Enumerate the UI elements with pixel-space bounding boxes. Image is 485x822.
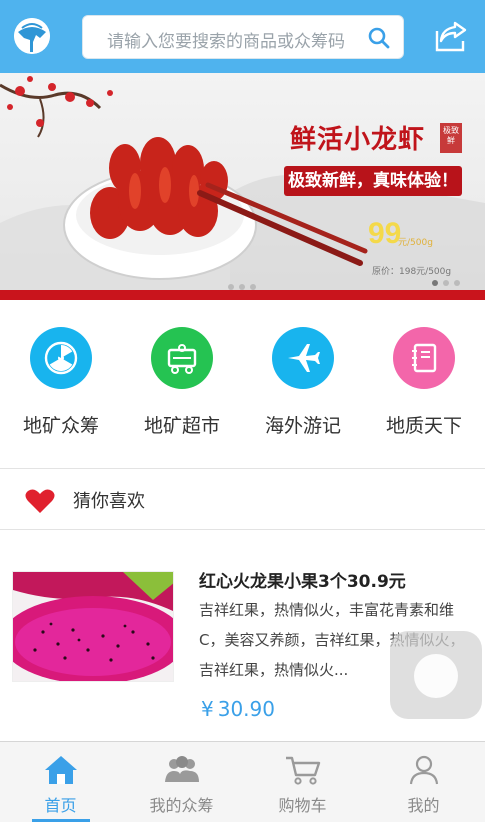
banner-title: 鲜活小龙虾 [290, 125, 426, 155]
banner-subtitle: 极致新鲜，真味体验！ [284, 166, 462, 196]
divider [0, 529, 485, 530]
promo-banner[interactable]: 鲜活小龙虾 极致鲜 极致新鲜，真味体验！ 99 元/500g 原价：198元/5… [0, 73, 485, 300]
heart-icon [25, 489, 55, 513]
nav-label: 我的众筹 [149, 796, 214, 815]
category-travel[interactable]: 海外游记 [253, 327, 353, 438]
nav-item-my-crowdfunding[interactable]: 我的众筹 [121, 742, 242, 822]
category-grid: 地矿众筹 地矿超市 海外游记 地质天下 [0, 300, 485, 466]
category-crowdfunding[interactable]: 地矿众筹 [11, 327, 111, 438]
nav-label: 购物车 [278, 796, 327, 815]
app-logo[interactable] [14, 18, 50, 54]
category-label: 海外游记 [264, 415, 341, 437]
currency-symbol: ¥ [201, 697, 214, 721]
group-icon [164, 756, 199, 782]
search-icon[interactable] [367, 26, 391, 50]
nav-item-profile[interactable]: 我的 [363, 742, 484, 822]
pager-dot[interactable] [454, 280, 460, 286]
dragon-fruit-image [13, 572, 173, 681]
nav-label: 我的 [407, 796, 440, 815]
pager-dot[interactable] [443, 280, 449, 286]
category-geology[interactable]: 地质天下 [374, 327, 474, 438]
category-supermarket[interactable]: 地矿超市 [132, 327, 232, 438]
nav-item-cart[interactable]: 购物车 [242, 742, 363, 822]
price-value: 30.90 [217, 697, 275, 721]
category-label: 地矿超市 [143, 415, 220, 437]
banner-pager[interactable] [432, 271, 465, 290]
nav-label: 首页 [44, 796, 77, 815]
assistive-touch-button[interactable] [390, 631, 482, 719]
shopping-cart-icon [151, 327, 213, 389]
banner-seal: 极致鲜 [440, 123, 462, 153]
guess-section-header: 猜你喜欢 [0, 469, 485, 529]
product-image[interactable] [12, 571, 174, 682]
pager-dot-active[interactable] [432, 280, 438, 286]
notebook-icon [393, 327, 455, 389]
product-title[interactable]: 红心火龙果小果3个30.9元 [199, 567, 406, 592]
category-label: 地质天下 [385, 415, 462, 437]
radiation-icon [30, 327, 92, 389]
assistive-touch-icon [414, 654, 458, 698]
header-bar: 请输入您要搜索的商品或众筹码 [0, 0, 485, 73]
banner-price: 99 [368, 217, 402, 250]
search-input[interactable]: 请输入您要搜索的商品或众筹码 [107, 27, 345, 52]
share-icon[interactable] [433, 19, 469, 53]
category-label: 地矿众筹 [22, 415, 99, 437]
banner-price-unit: 元/500g [398, 238, 433, 248]
bottom-nav: 首页 我的众筹 购物车 我的 [0, 741, 485, 822]
cart-icon [285, 756, 320, 785]
banner-red-strip [0, 290, 485, 300]
product-price: ¥30.90 [201, 697, 275, 721]
nav-item-home[interactable]: 首页 [0, 742, 121, 822]
home-icon [44, 756, 77, 784]
airplane-icon [272, 327, 334, 389]
user-icon [409, 755, 438, 785]
guess-title: 猜你喜欢 [73, 491, 145, 512]
globe-logo-icon [14, 18, 50, 54]
search-box[interactable]: 请输入您要搜索的商品或众筹码 [82, 15, 404, 59]
